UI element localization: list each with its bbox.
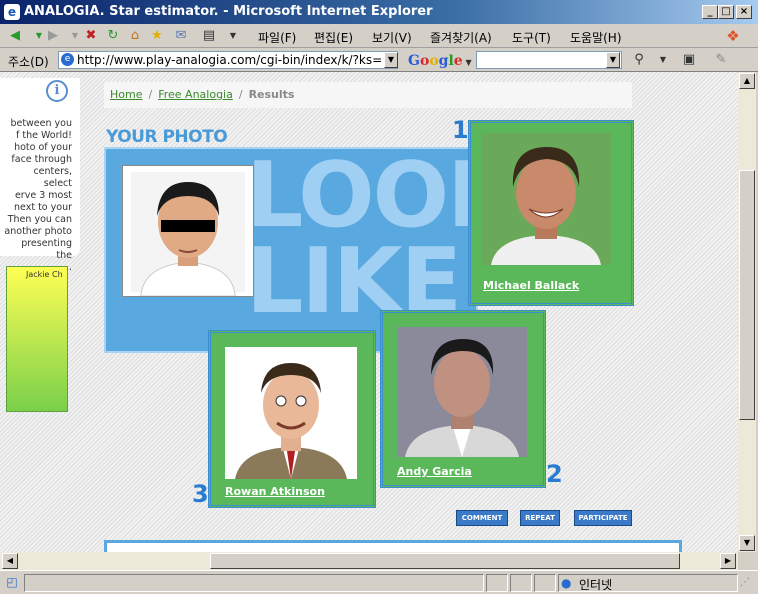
rank-2-number: 2: [546, 460, 563, 488]
google-search-input[interactable]: [476, 51, 622, 69]
info-text: between you f the World! hoto of your fa…: [4, 118, 72, 273]
globe-icon: ●: [561, 576, 572, 590]
breadcrumb-separator: /: [148, 88, 153, 101]
edit-word-icon[interactable]: ▤: [200, 28, 218, 44]
menu-tools[interactable]: 도구(T): [512, 29, 551, 46]
status-pane: [510, 574, 532, 592]
refresh-icon[interactable]: ↻: [104, 28, 122, 44]
rank-3-number: 3: [192, 480, 209, 508]
match-2-name[interactable]: Andy Garcia: [397, 465, 472, 478]
status-pane: [486, 574, 508, 592]
your-photo-heading: YOUR PHOTO: [106, 127, 228, 147]
celebrity-list-panel: [6, 266, 68, 412]
address-dropdown-icon[interactable]: ▼: [384, 52, 398, 68]
breadcrumb-separator: /: [238, 88, 243, 101]
comment-button[interactable]: COMMENT: [456, 510, 508, 526]
menu-help[interactable]: 도움말(H): [570, 29, 622, 46]
binoculars-icon[interactable]: ⚲: [630, 52, 648, 68]
user-photo: [122, 165, 254, 297]
match-3-photo[interactable]: [225, 347, 357, 479]
match-2-photo[interactable]: [397, 327, 527, 457]
search-options-dropdown-icon[interactable]: ▼: [654, 52, 672, 68]
forward-icon[interactable]: ▶: [44, 28, 62, 44]
page-icon: e: [61, 53, 74, 66]
rank-1-number: 1: [452, 116, 469, 144]
match-1-name[interactable]: Michael Ballack: [483, 279, 579, 292]
google-logo[interactable]: Google ▼: [408, 53, 472, 69]
address-input[interactable]: e http://www.play-analogia.com/cgi-bin/i…: [58, 51, 398, 69]
breadcrumb-home[interactable]: Home: [110, 88, 142, 101]
vertical-scroll-thumb[interactable]: [739, 170, 755, 420]
home-icon[interactable]: ⌂: [126, 28, 144, 44]
status-pane: [534, 574, 556, 592]
back-icon[interactable]: ◀: [6, 28, 24, 44]
window-title: ANALOGIA. Star estimator. - Microsoft In…: [24, 4, 433, 19]
look-like-watermark: LOOK LIKE: [246, 147, 476, 334]
scroll-up-icon[interactable]: ▲: [739, 73, 755, 89]
close-button[interactable]: ×: [736, 5, 752, 19]
match-1-photo[interactable]: [481, 133, 611, 265]
google-search-dropdown-icon[interactable]: ▼: [606, 52, 620, 68]
horizontal-scroll-thumb[interactable]: [210, 553, 680, 569]
breadcrumb-current: Results: [248, 88, 295, 101]
repeat-button[interactable]: REPEAT: [520, 510, 560, 526]
celebrity-list-item[interactable]: Jackie Ch: [26, 270, 63, 279]
breadcrumb-free-analogia[interactable]: Free Analogia: [158, 88, 233, 101]
toolbar: ◀ ▼ ▶ ▼ ✖ ↻ ⌂ ★ ✉ ▤ ▼ 파일(F) 편집(E) 보기(V) …: [0, 24, 758, 48]
mail-icon[interactable]: ✉: [172, 28, 190, 44]
popup-blocker-icon[interactable]: ▣: [680, 52, 698, 68]
scroll-down-icon[interactable]: ▼: [739, 535, 755, 551]
windows-logo-icon: ❖: [726, 27, 740, 45]
address-label: 주소(D): [8, 55, 49, 69]
stop-icon[interactable]: ✖: [82, 28, 100, 44]
info-icon[interactable]: i: [46, 80, 68, 102]
status-bar: ◰ ● 인터넷 ⋰: [0, 570, 758, 594]
menu-favorites[interactable]: 즐겨찾기(A): [430, 29, 492, 46]
address-url: http://www.play-analogia.com/cgi-bin/ind…: [77, 53, 383, 67]
match-card-1: Michael Ballack: [468, 120, 634, 306]
resize-grip-icon[interactable]: ⋰: [740, 577, 754, 591]
match-3-name[interactable]: Rowan Atkinson: [225, 485, 325, 498]
menu-edit[interactable]: 편집(E): [314, 29, 353, 46]
match-card-3: Rowan Atkinson: [208, 330, 376, 508]
match-3-portrait-image: [225, 347, 357, 479]
title-bar: e ANALOGIA. Star estimator. - Microsoft …: [0, 0, 758, 24]
status-message-pane: [24, 574, 484, 592]
edit-dropdown-icon[interactable]: ▼: [224, 28, 242, 44]
scroll-right-icon[interactable]: ▶: [720, 553, 736, 569]
zone-label: 인터넷: [579, 578, 613, 592]
address-bar: 주소(D) e http://www.play-analogia.com/cgi…: [0, 48, 758, 72]
zone-pane: ● 인터넷: [558, 574, 738, 592]
ie-logo-icon: e: [4, 4, 20, 20]
scroll-left-icon[interactable]: ◀: [2, 553, 18, 569]
user-portrait-image: [131, 172, 245, 297]
breadcrumb: Home / Free Analogia / Results: [104, 82, 632, 108]
pencil-icon[interactable]: ✎: [712, 52, 730, 68]
page-status-icon: ◰: [6, 575, 18, 589]
match-1-portrait-image: [481, 133, 611, 265]
menu-view[interactable]: 보기(V): [372, 29, 412, 46]
maximize-button[interactable]: □: [718, 5, 734, 19]
match-card-2: Andy Garcia: [380, 310, 546, 488]
menu-file[interactable]: 파일(F): [258, 29, 296, 46]
match-2-portrait-image: [397, 327, 527, 457]
info-panel: i between you f the World! hoto of your …: [0, 78, 80, 273]
participate-button[interactable]: PARTICIPATE: [574, 510, 632, 526]
favorites-star-icon[interactable]: ★: [148, 28, 166, 44]
minimize-button[interactable]: _: [702, 5, 718, 19]
